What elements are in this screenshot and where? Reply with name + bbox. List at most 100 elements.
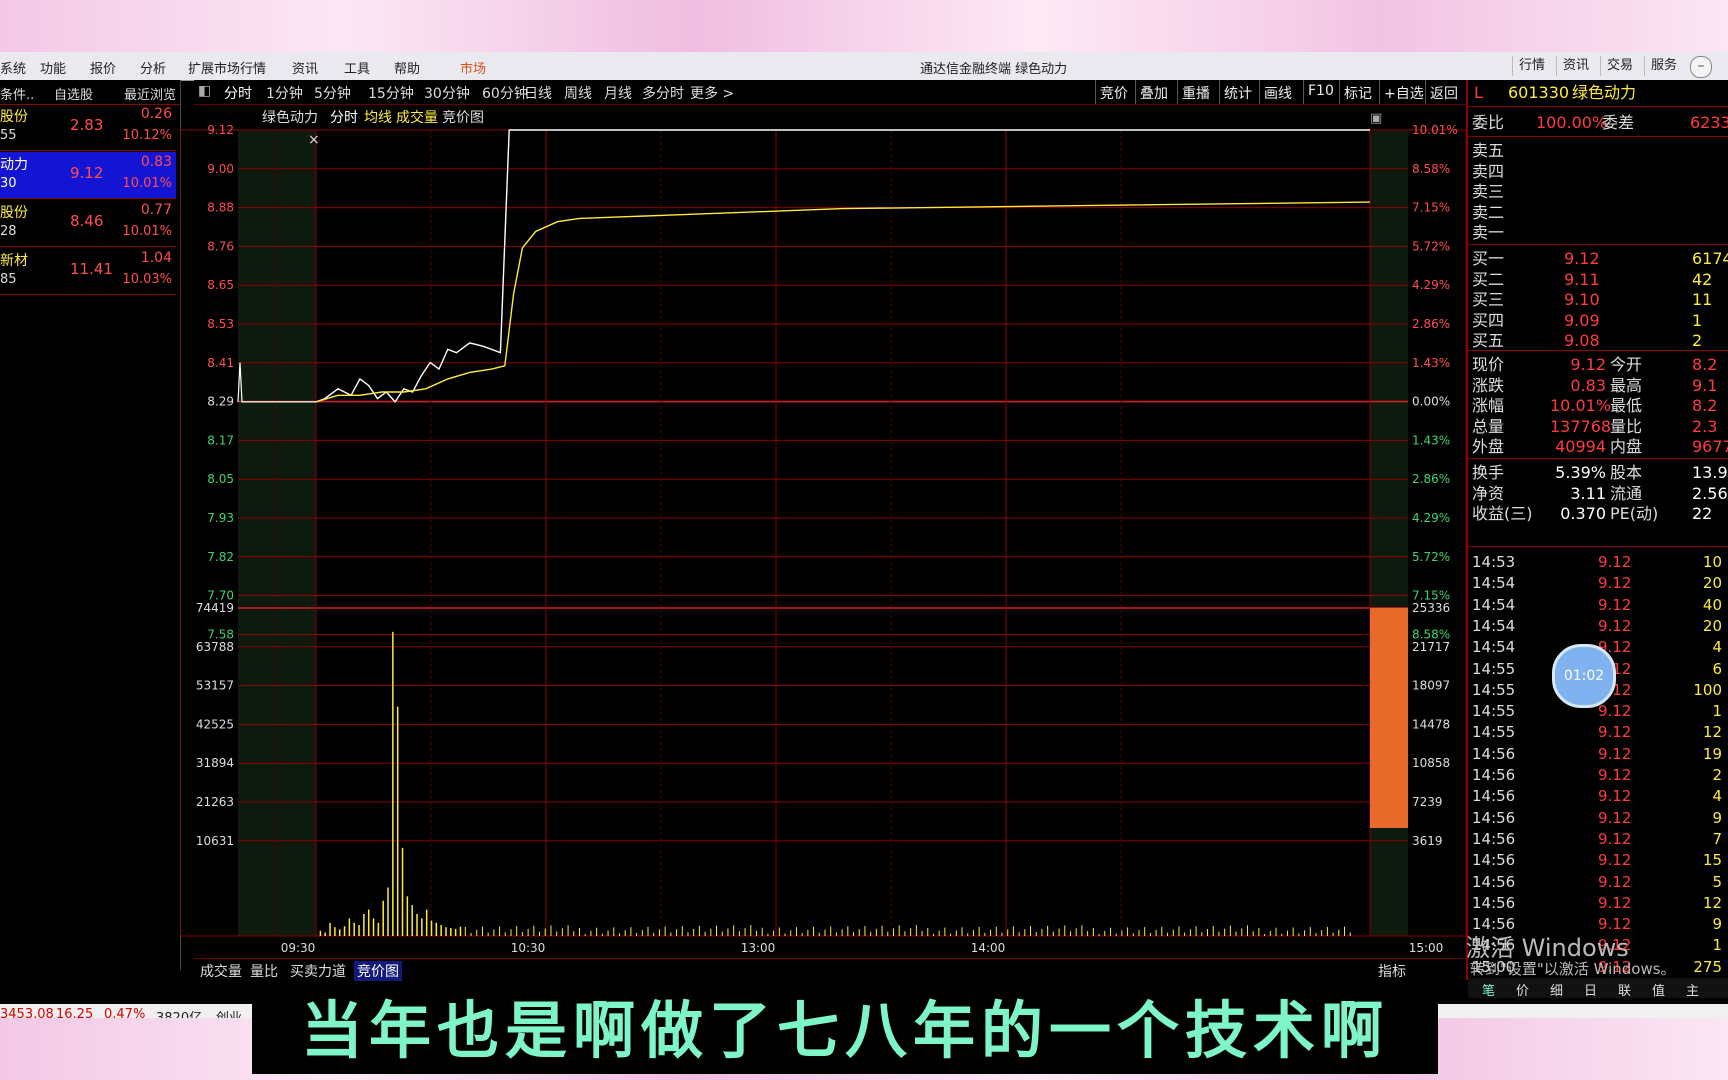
tick-row: 14:53 9.12 10 [1472, 552, 1728, 573]
tab-volume-ratio[interactable]: 量比 [250, 961, 278, 981]
tick-price: 9.12 [1598, 893, 1632, 912]
tick-price: 9.12 [1598, 574, 1632, 593]
ask-row: 卖三 [1472, 181, 1728, 203]
menu-item-ext-market[interactable]: 扩展市场行情 [188, 58, 266, 77]
quote-tab[interactable]: 主 [1686, 980, 1699, 999]
price-tick: 7.82 [207, 550, 234, 564]
price-tick: 8.05 [207, 472, 234, 486]
menu-item-help[interactable]: 帮助 [394, 58, 420, 77]
stock-name: 新材 [0, 253, 28, 269]
menu-item-analysis[interactable]: 分析 [140, 58, 166, 77]
chart-tool-button[interactable]: 竞价 [1100, 83, 1128, 103]
tab-favorites[interactable]: 自选股 [54, 84, 93, 103]
menu-button-trade[interactable]: 交易 [1600, 56, 1639, 76]
stat-value: 137768 [1550, 416, 1612, 436]
quote-tab[interactable]: 价 [1516, 980, 1529, 999]
chart-tool-button[interactable]: +自选 [1384, 83, 1424, 103]
quote-tab[interactable]: 细 [1550, 980, 1563, 999]
stock-pct: 10.12% [122, 128, 172, 143]
close-icon[interactable]: × [308, 132, 320, 148]
period-tab[interactable]: 月线 [604, 83, 632, 103]
volume-tick-right: 25336 [1412, 601, 1450, 615]
tick-row: 14:55 9.12 12 [1472, 722, 1728, 743]
chart-tool-button[interactable]: 标记 [1344, 83, 1372, 103]
tab-recent[interactable]: 最近浏览 [124, 84, 176, 103]
watchlist-row[interactable]: 动力 30 9.12 0.83 10.01% [0, 152, 176, 199]
menu-item-tools[interactable]: 工具 [344, 58, 370, 77]
tick-volume: 20 [1702, 616, 1722, 635]
tab-buy-sell-power[interactable]: 买卖力道 [290, 961, 346, 981]
stat-label: 今开 [1610, 355, 1643, 374]
menu-item-news[interactable]: 资讯 [292, 58, 318, 77]
menu-item-system[interactable]: 系统 [0, 58, 26, 77]
period-tab[interactable]: 日线 [524, 83, 552, 103]
pct-tick: 2.86% [1412, 472, 1450, 486]
pct-tick: 7.15% [1412, 201, 1450, 215]
quote-tab[interactable]: 日 [1584, 980, 1597, 999]
tick-time: 14:56 [1472, 808, 1516, 827]
closing-auction-volume [1370, 608, 1408, 828]
watchlist-row[interactable]: 股份 28 8.46 0.77 10.01% [0, 200, 176, 247]
toolbar-separator [1135, 80, 1136, 104]
menu-button-news[interactable]: 资讯 [1556, 56, 1595, 76]
period-tab[interactable]: 1分钟 [266, 83, 303, 103]
tick-time: 14:54 [1472, 638, 1516, 657]
watchlist-row[interactable]: 股份 55 2.83 0.26 10.12% [0, 104, 176, 151]
menu-item-function[interactable]: 功能 [40, 58, 66, 77]
chart-tool-button[interactable]: 统计 [1224, 83, 1252, 103]
quote-tab[interactable]: 值 [1652, 980, 1665, 999]
period-tab[interactable]: 30分钟 [424, 83, 470, 103]
volume-tick-left: 53157 [196, 679, 234, 693]
chart-tool-button[interactable]: 重播 [1182, 83, 1210, 103]
period-tab[interactable]: 周线 [564, 83, 592, 103]
period-tab[interactable]: 15分钟 [368, 83, 414, 103]
tick-price: 9.12 [1598, 851, 1632, 870]
period-tab[interactable]: 多分时 [642, 83, 684, 103]
chart-tool-button[interactable]: 返回 [1430, 83, 1458, 103]
period-tab[interactable]: 更多 > [690, 83, 734, 103]
stat-value: 8.2 [1692, 355, 1718, 374]
bid-price: 9.11 [1564, 269, 1600, 289]
watchlist-row[interactable]: 新材 85 11.41 1.04 10.03% [0, 248, 176, 295]
pct-tick: 5.72% [1412, 239, 1450, 253]
tick-time: 14:55 [1472, 680, 1516, 699]
ask-label: 卖五 [1472, 141, 1505, 160]
stat-label: 换手 [1472, 463, 1505, 482]
quote-tab[interactable]: 联 [1618, 980, 1631, 999]
chart-tool-button[interactable]: F10 [1308, 83, 1334, 99]
quote-bottom-tabs: 笔价细日联值主 [1468, 978, 1728, 999]
tab-condition[interactable]: 条件.. [0, 84, 34, 103]
ask-row: 卖四 [1472, 161, 1728, 183]
bid-row: 买三 9.10 11 [1472, 289, 1728, 311]
period-tab[interactable]: 分时 [224, 83, 252, 103]
panel-toggle-icon[interactable]: ◧ [198, 83, 211, 99]
bid-price: 9.10 [1564, 290, 1600, 309]
tick-time: 14:56 [1472, 787, 1516, 806]
minimize-icon[interactable]: – [1690, 56, 1712, 78]
menu-button-quotes[interactable]: 行情 [1512, 56, 1551, 76]
quote-tab[interactable]: 笔 [1482, 980, 1495, 999]
tab-auction-chart[interactable]: 竞价图 [354, 961, 402, 981]
toolbar-separator [1339, 80, 1340, 104]
chart-expand-icon[interactable]: ▣ [1370, 111, 1382, 126]
tick-time: 14:54 [1472, 595, 1516, 614]
bid-label: 买三 [1472, 290, 1505, 309]
period-tab[interactable]: 60分钟 [482, 83, 528, 103]
chart-tool-button[interactable]: 画线 [1264, 83, 1292, 103]
period-tab[interactable]: 5分钟 [314, 83, 351, 103]
menu-button-service[interactable]: 服务 [1644, 56, 1683, 76]
indicator-button[interactable]: 指标 [1378, 961, 1406, 981]
volume-tick-right: 14478 [1412, 717, 1450, 731]
stock-code: 30 [0, 176, 17, 191]
tab-volume[interactable]: 成交量 [200, 961, 242, 981]
tick-time: 14:56 [1472, 893, 1516, 912]
price-tick: 8.53 [207, 317, 234, 331]
menu-item-market[interactable]: 市场 [460, 58, 486, 77]
divider [1468, 458, 1728, 459]
chart-tool-button[interactable]: 叠加 [1140, 83, 1168, 103]
tick-volume: 6 [1712, 659, 1722, 678]
video-subtitle: 当年也是啊做了七八年的一个技术啊 [252, 988, 1438, 1074]
tick-time: 14:55 [1472, 702, 1516, 721]
menu-item-quote[interactable]: 报价 [90, 58, 116, 77]
pct-tick: 2.86% [1412, 317, 1450, 331]
